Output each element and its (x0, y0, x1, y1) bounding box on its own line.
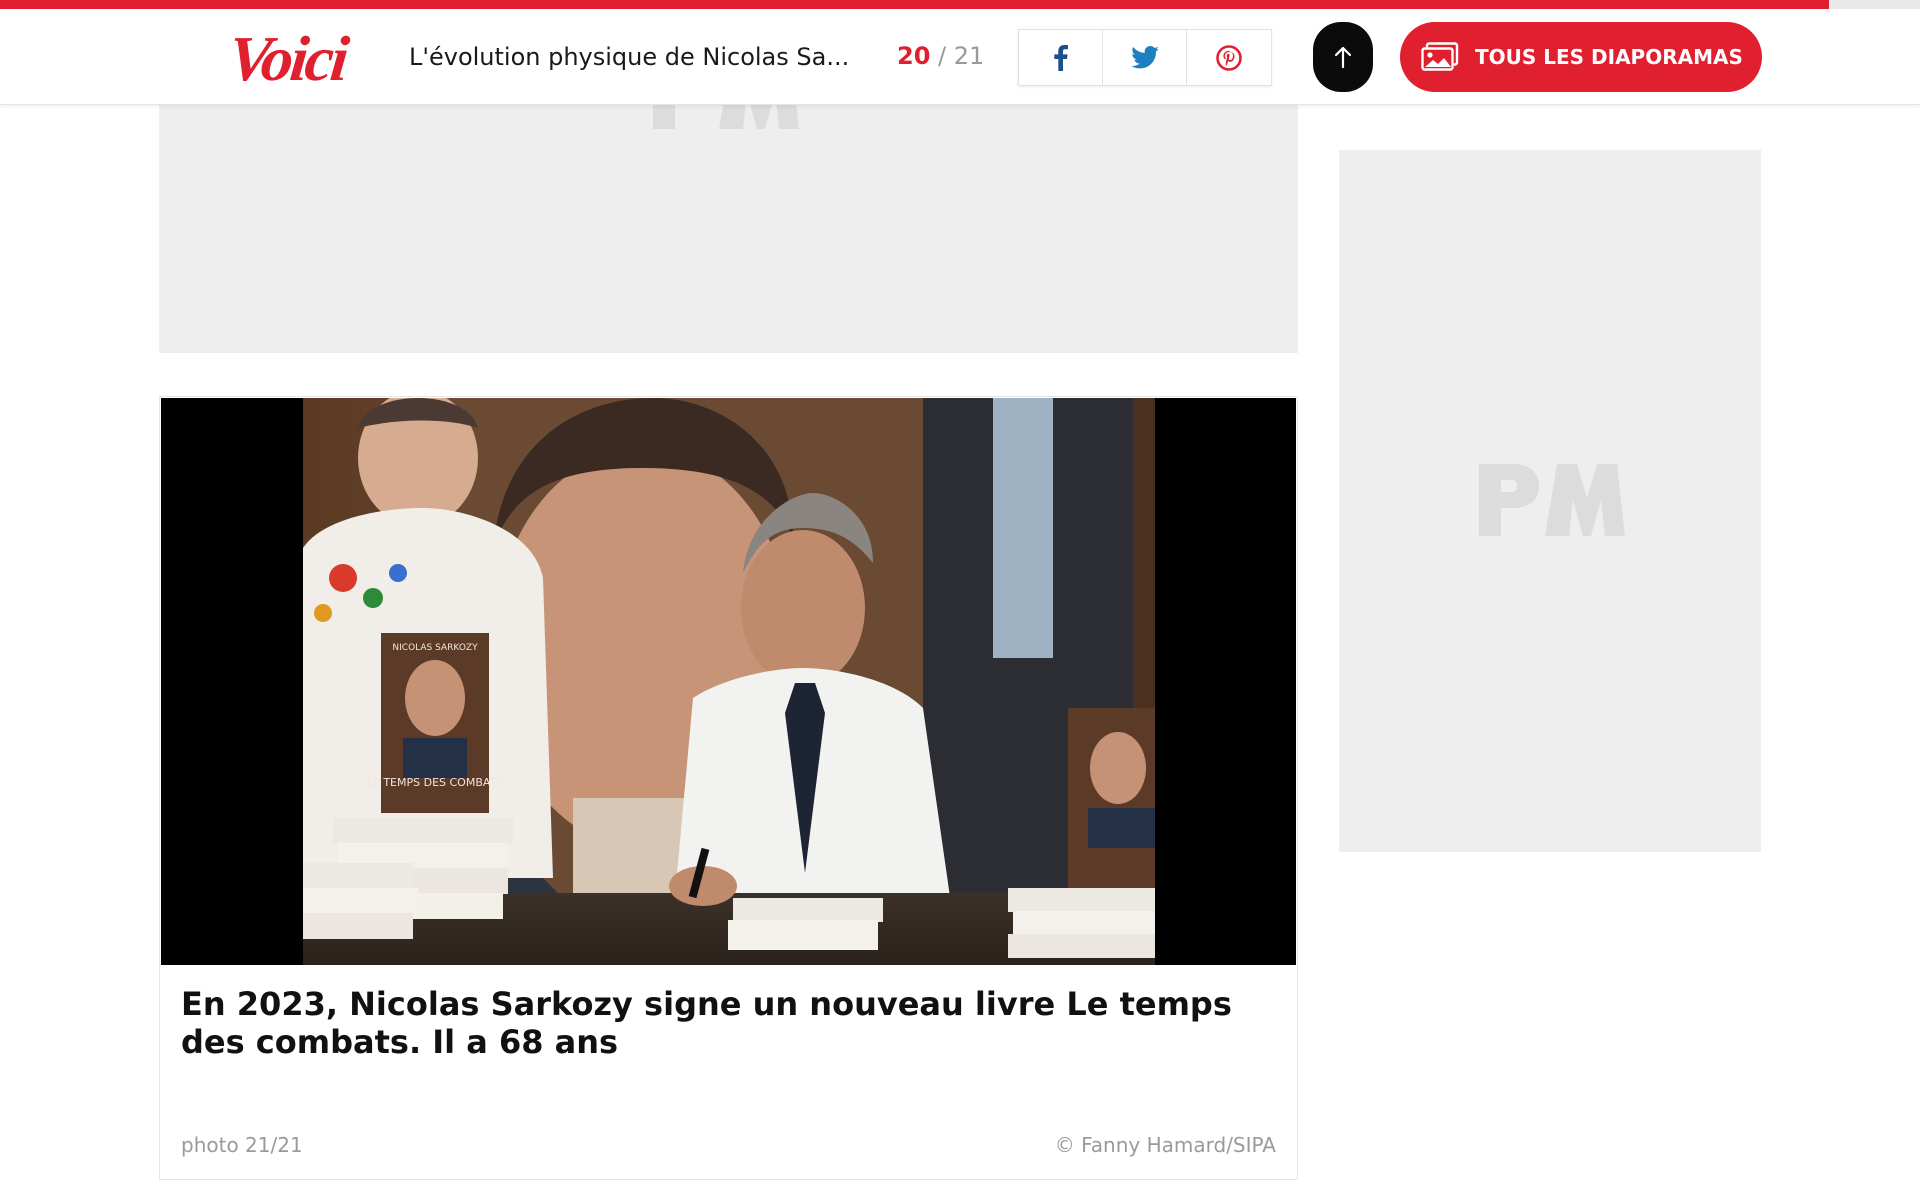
twitter-icon (1130, 46, 1159, 69)
slide-counter: 20 / 21 (897, 42, 984, 70)
arrow-up-icon (1334, 46, 1352, 69)
slideshow-header: Voici L'évolution physique de Nicolas Sa… (0, 9, 1920, 105)
slideshow-title: L'évolution physique de Nicolas Sa... (409, 43, 850, 71)
slide-photo-frame: NICOLAS SARKOZY LE TEMPS DES COMBATS (161, 398, 1296, 965)
reading-progress-bar (0, 0, 1920, 9)
share-pinterest-button[interactable] (1187, 30, 1271, 85)
gallery-icon (1421, 42, 1459, 71)
book-cover-author: NICOLAS SARKOZY (392, 643, 478, 653)
slide-photo[interactable]: NICOLAS SARKOZY LE TEMPS DES COMBATS (303, 398, 1155, 965)
pinterest-icon (1216, 44, 1242, 71)
pm-logo-placeholder (1479, 464, 1625, 536)
slide-counter-current: 20 (897, 42, 931, 70)
slide-counter-total: 21 (953, 42, 985, 70)
ad-placeholder-sidebar (1339, 150, 1761, 852)
ad-placeholder-top (159, 105, 1298, 353)
slide-caption: En 2023, Nicolas Sarkozy signe un nouvea… (181, 985, 1232, 1061)
scroll-to-top-button[interactable] (1313, 22, 1373, 92)
site-logo[interactable]: Voici (225, 23, 349, 94)
share-twitter-button[interactable] (1103, 30, 1187, 85)
all-slideshows-button[interactable]: TOUS LES DIAPORAMAS (1400, 22, 1762, 92)
photo-credit: © Fanny Hamard/SIPA (1054, 1133, 1276, 1157)
pm-logo-placeholder (653, 105, 799, 129)
book-signing-photo: NICOLAS SARKOZY LE TEMPS DES COMBATS (303, 398, 1155, 965)
share-buttons (1018, 29, 1272, 86)
facebook-icon (1053, 44, 1068, 71)
share-facebook-button[interactable] (1019, 30, 1103, 85)
slide-counter-separator: / (930, 42, 954, 70)
reading-progress-fill (0, 0, 1829, 9)
photo-index: photo 21/21 (181, 1133, 303, 1157)
slide-card: NICOLAS SARKOZY LE TEMPS DES COMBATS En … (159, 396, 1298, 1180)
book-cover-title: LE TEMPS DES COMBATS (367, 776, 504, 789)
all-slideshows-label: TOUS LES DIAPORAMAS (1475, 45, 1743, 69)
